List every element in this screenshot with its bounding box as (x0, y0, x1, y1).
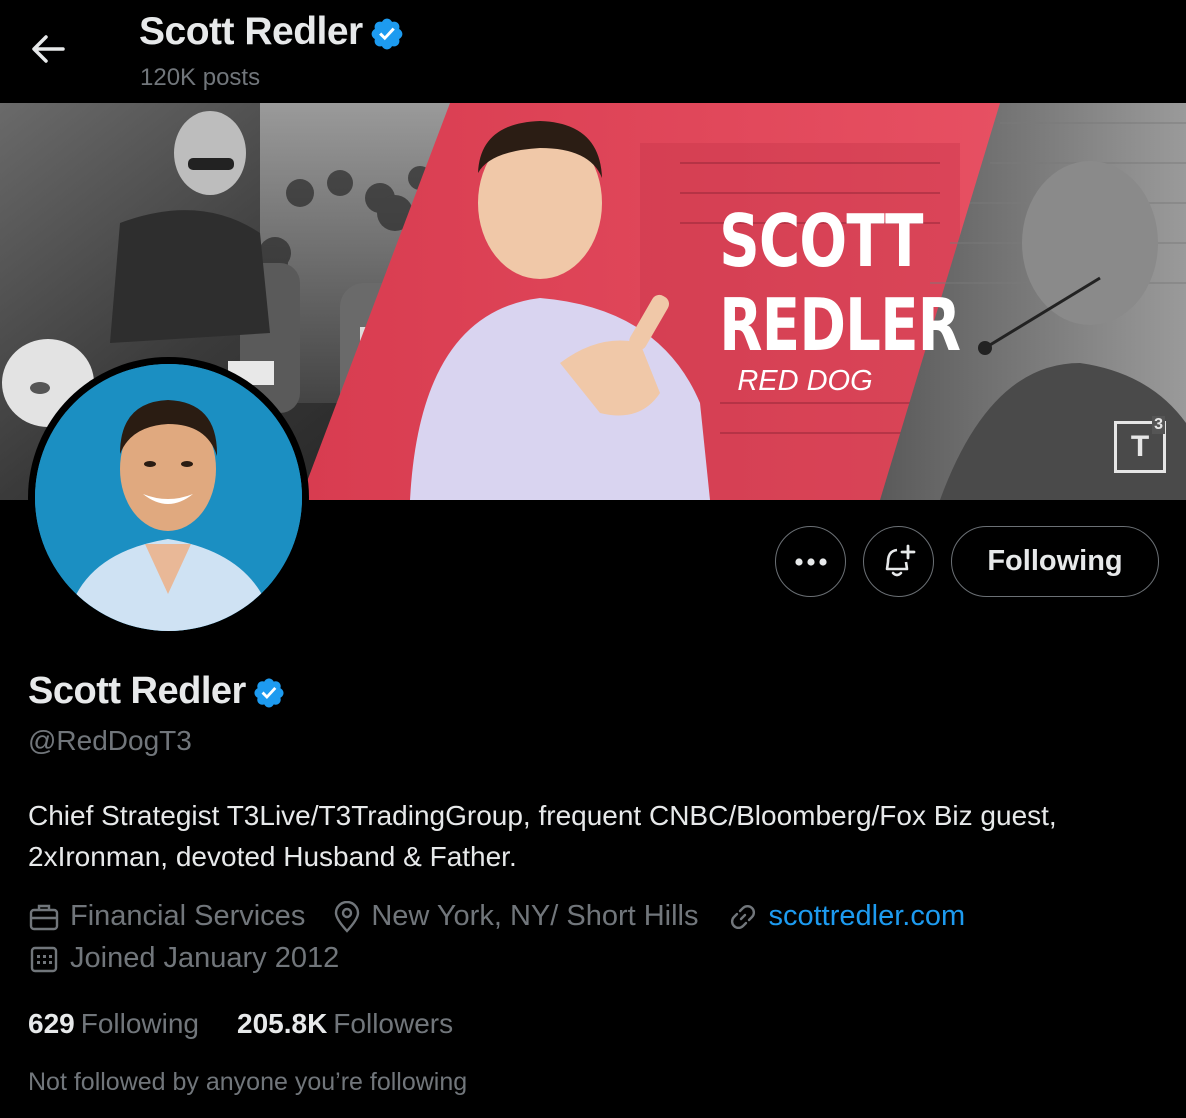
profile-location: New York, NY/ Short Hills (333, 900, 699, 933)
mutual-followers-note: Not followed by anyone you’re following (28, 1068, 468, 1096)
header-name: Scott Redler (139, 10, 363, 53)
following-button[interactable]: Following (951, 526, 1159, 597)
avatar-portrait (35, 364, 302, 631)
profile-category: Financial Services (28, 900, 305, 933)
more-horizontal-icon (794, 557, 827, 566)
following-count: 629 (28, 1008, 75, 1039)
following-stat-link[interactable]: 629 Following (28, 1008, 199, 1040)
profile-website[interactable]: scottredler.com (727, 900, 966, 933)
profile-joined-row: Joined January 2012 (28, 942, 367, 975)
avatar-image (35, 364, 302, 631)
followers-label: Followers (333, 1008, 454, 1039)
display-name: Scott Redler (28, 670, 246, 712)
banner-title-line1: SCOTT (719, 199, 923, 283)
banner-subtitle: RED DOG (737, 365, 873, 397)
verified-badge-icon[interactable] (252, 676, 286, 710)
top-bar: Scott Redler 120K posts (0, 0, 1186, 103)
location-text: New York, NY/ Short Hills (371, 900, 699, 932)
arrow-left-icon (32, 35, 65, 63)
t3-logo-superscript: 3 (1152, 416, 1165, 434)
profile-bio: Chief Strategist T3Live/T3TradingGroup, … (28, 800, 1057, 872)
following-label: Following (80, 1008, 199, 1039)
calendar-icon (30, 946, 58, 972)
followers-count: 205.8K (237, 1008, 328, 1039)
t3-logo: T 3 (1114, 416, 1166, 473)
location-pin-icon (335, 900, 360, 933)
profile-avatar[interactable] (28, 357, 309, 638)
follow-stats: 629 Following 205.8K Followers (28, 1008, 491, 1040)
banner-title: SCOTT REDLER (719, 199, 961, 367)
profile-name-row: Scott Redler (28, 670, 286, 713)
joined-text: Joined January 2012 (70, 942, 340, 974)
profile-joined: Joined January 2012 (28, 942, 339, 975)
banner-title-line2: REDLER (719, 283, 961, 367)
briefcase-icon (29, 904, 59, 930)
user-handle: @RedDogT3 (28, 725, 192, 756)
notifications-button[interactable] (863, 526, 934, 597)
more-options-button[interactable] (775, 526, 846, 597)
bell-plus-icon (885, 544, 915, 576)
followers-stat-link[interactable]: 205.8K Followers (237, 1008, 453, 1040)
back-button[interactable] (22, 26, 74, 72)
header-post-count: 120K posts (140, 64, 261, 91)
verified-badge-icon (371, 18, 403, 50)
header-title: Scott Redler (139, 10, 405, 54)
profile-meta-row: Financial Services New York, NY/ Short H… (28, 900, 993, 933)
website-link[interactable]: scottredler.com (769, 900, 966, 933)
category-text: Financial Services (70, 900, 306, 932)
t3-logo-letter: T (1130, 430, 1150, 463)
link-icon (730, 904, 755, 929)
